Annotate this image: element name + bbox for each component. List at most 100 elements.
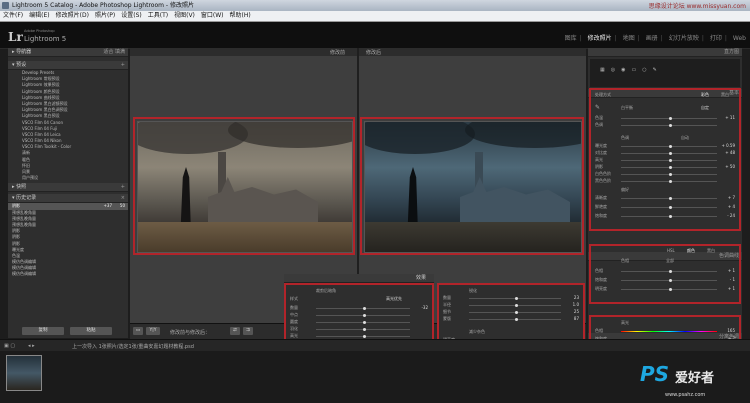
menu-item[interactable]: 编辑(E) xyxy=(29,12,49,19)
preset-item[interactable]: 用户预设 xyxy=(8,175,128,181)
slider-knob[interactable] xyxy=(669,215,672,218)
menu-item[interactable]: 工具(T) xyxy=(148,12,168,19)
swap-button[interactable]: ⇄ xyxy=(230,327,240,335)
hsl-content: HSL 颜色 黑白 色相 全部 色相 + 1 饱和度 - 1 明亮度 + 1 xyxy=(591,246,739,302)
hsl-all[interactable]: 全部 xyxy=(666,258,674,264)
tone-auto[interactable]: 自动 xyxy=(681,135,689,141)
slider-knob[interactable] xyxy=(363,321,366,324)
slider-knob[interactable] xyxy=(669,173,672,176)
filmstrip-thumbnail[interactable] xyxy=(6,355,42,391)
filmstrip-grid-icon[interactable]: ▣ ▢ xyxy=(4,343,15,349)
filmstrip-nav-arrows[interactable]: ◂ ▸ xyxy=(28,343,35,349)
slider-knob[interactable] xyxy=(363,314,366,317)
history-label: 阴影 xyxy=(12,203,20,209)
before-photo-frame xyxy=(133,117,355,255)
radial-filter-icon[interactable]: ○ xyxy=(642,67,646,73)
histogram-header[interactable]: 直方图 xyxy=(588,48,742,57)
slider-value: 23 xyxy=(573,295,579,300)
module-tab[interactable]: 图库 xyxy=(565,35,577,42)
history-label: 预想乱晚角量 xyxy=(12,221,36,227)
sharpen-title: 锐化 xyxy=(469,288,477,293)
slider-knob[interactable] xyxy=(363,328,366,331)
slider-knob[interactable] xyxy=(669,124,672,127)
view-toggle-button[interactable]: ▭ xyxy=(133,327,143,335)
slider-label: 饱和度 xyxy=(595,277,607,282)
slider-label: 细节 xyxy=(443,309,451,314)
after-photo[interactable] xyxy=(364,121,582,253)
treatment-color[interactable]: 彩色 xyxy=(701,92,709,98)
slider-knob[interactable] xyxy=(669,279,672,282)
vignette-style-value[interactable]: 高光优先 xyxy=(386,296,402,302)
module-tab[interactable]: 打印 xyxy=(710,35,722,42)
presence-title: 偏好 xyxy=(621,187,629,192)
slider-knob[interactable] xyxy=(515,304,518,307)
menu-item[interactable]: 窗口(W) xyxy=(201,12,224,19)
presets-header[interactable]: ▾ 预设 + xyxy=(8,61,128,70)
navigator-header[interactable]: ▸ 导航器 适合 填满 xyxy=(8,48,128,57)
slider-knob[interactable] xyxy=(515,318,518,321)
hsl-tab[interactable]: HSL xyxy=(667,248,675,253)
slider-knob[interactable] xyxy=(363,335,366,338)
slider-knob[interactable] xyxy=(669,145,672,148)
crop-tool-icon[interactable]: ▦ xyxy=(600,67,605,73)
spot-removal-icon[interactable]: ◎ xyxy=(611,67,615,73)
slider-knob[interactable] xyxy=(669,180,672,183)
split-hue-slider[interactable] xyxy=(621,331,717,332)
wb-value[interactable]: 自定 xyxy=(701,105,709,111)
module-tab[interactable]: Web xyxy=(733,35,746,42)
slider-knob[interactable] xyxy=(669,159,672,162)
presets-title: 预设 xyxy=(16,62,27,68)
slider-knob[interactable] xyxy=(515,297,518,300)
history-label: 阴影 xyxy=(12,228,20,234)
before-after-mode-button[interactable]: Y|Y xyxy=(146,327,160,335)
slider-knob[interactable] xyxy=(669,270,672,273)
left-panel: ▸ 导航器 适合 填满 ▾ 预设 + Develop Presets Lightro… xyxy=(8,48,128,338)
module-tab[interactable]: 修改照片 xyxy=(588,35,612,42)
menu-item[interactable]: 文件(F) xyxy=(3,12,23,19)
slider-knob[interactable] xyxy=(669,288,672,291)
slider-knob[interactable] xyxy=(669,206,672,209)
slider-knob[interactable] xyxy=(515,311,518,314)
adjustment-brush-icon[interactable]: ✎ xyxy=(653,67,657,73)
menu-item[interactable]: 帮助(H) xyxy=(230,12,251,19)
effects-header[interactable]: 效果 xyxy=(284,274,434,283)
module-tab[interactable]: 画册 xyxy=(646,35,658,42)
slider-value: + 1 xyxy=(727,268,735,273)
paste-button[interactable]: 粘贴 xyxy=(70,327,112,335)
before-photo[interactable] xyxy=(137,121,353,253)
slider-knob[interactable] xyxy=(363,307,366,310)
menu-item[interactable]: 视图(V) xyxy=(174,12,195,19)
preset-list: Develop Presets Lightroom 常规预设 Lightroom 效… xyxy=(8,70,128,181)
nav-fill[interactable]: 填满 xyxy=(115,49,125,55)
red-eye-icon[interactable]: ◉ xyxy=(621,67,625,73)
basic-content: 处理方式 彩色 黑白 ✎ 白平衡 自定 色温 + 11 色调 色调 自动 曝光度 + 0.59 对比度 + … xyxy=(591,90,739,230)
hsl-tab[interactable]: 颜色 xyxy=(687,248,695,254)
slider-value: - 24 xyxy=(727,213,735,218)
copy-after-button[interactable]: ⇉ xyxy=(243,327,253,335)
slider-knob[interactable] xyxy=(669,152,672,155)
nav-fit[interactable]: 适合 xyxy=(103,49,113,55)
history-item[interactable]: 模仿色调编辑 xyxy=(8,271,128,277)
menu-item[interactable]: 设置(S) xyxy=(121,12,142,19)
before-after-label: 修改前与修改后： xyxy=(170,330,211,336)
hsl-tab[interactable]: 黑白 xyxy=(707,248,715,254)
slider-label: 色温 xyxy=(595,115,603,120)
treatment-bw[interactable]: 黑白 xyxy=(721,92,729,98)
slider-knob[interactable] xyxy=(669,166,672,169)
split-hue-label: 色相 xyxy=(595,328,603,333)
module-tab[interactable]: 地图 xyxy=(623,35,635,42)
slider-label: 饱和度 xyxy=(595,213,607,218)
wb-eyedropper-icon[interactable]: ✎ xyxy=(595,104,600,111)
history-header[interactable]: ▾ 历史记录 × xyxy=(8,194,128,204)
menu-item[interactable]: 修改照片(D) xyxy=(56,12,89,19)
slider-knob[interactable] xyxy=(669,197,672,200)
graduated-filter-icon[interactable]: ▭ xyxy=(631,67,636,73)
history-label: 阴影 xyxy=(12,240,20,246)
history-label: 预想乱晚角量 xyxy=(12,209,36,215)
slider-knob[interactable] xyxy=(669,117,672,120)
copy-button[interactable]: 复制 xyxy=(22,327,64,335)
menu-item[interactable]: 照片(P) xyxy=(95,12,115,19)
snapshots-header[interactable]: ▸ 快照 + xyxy=(8,183,128,193)
module-tab[interactable]: 幻灯片放映 xyxy=(669,35,699,42)
logo-subtitle: Adobe Photoshop xyxy=(24,29,55,33)
